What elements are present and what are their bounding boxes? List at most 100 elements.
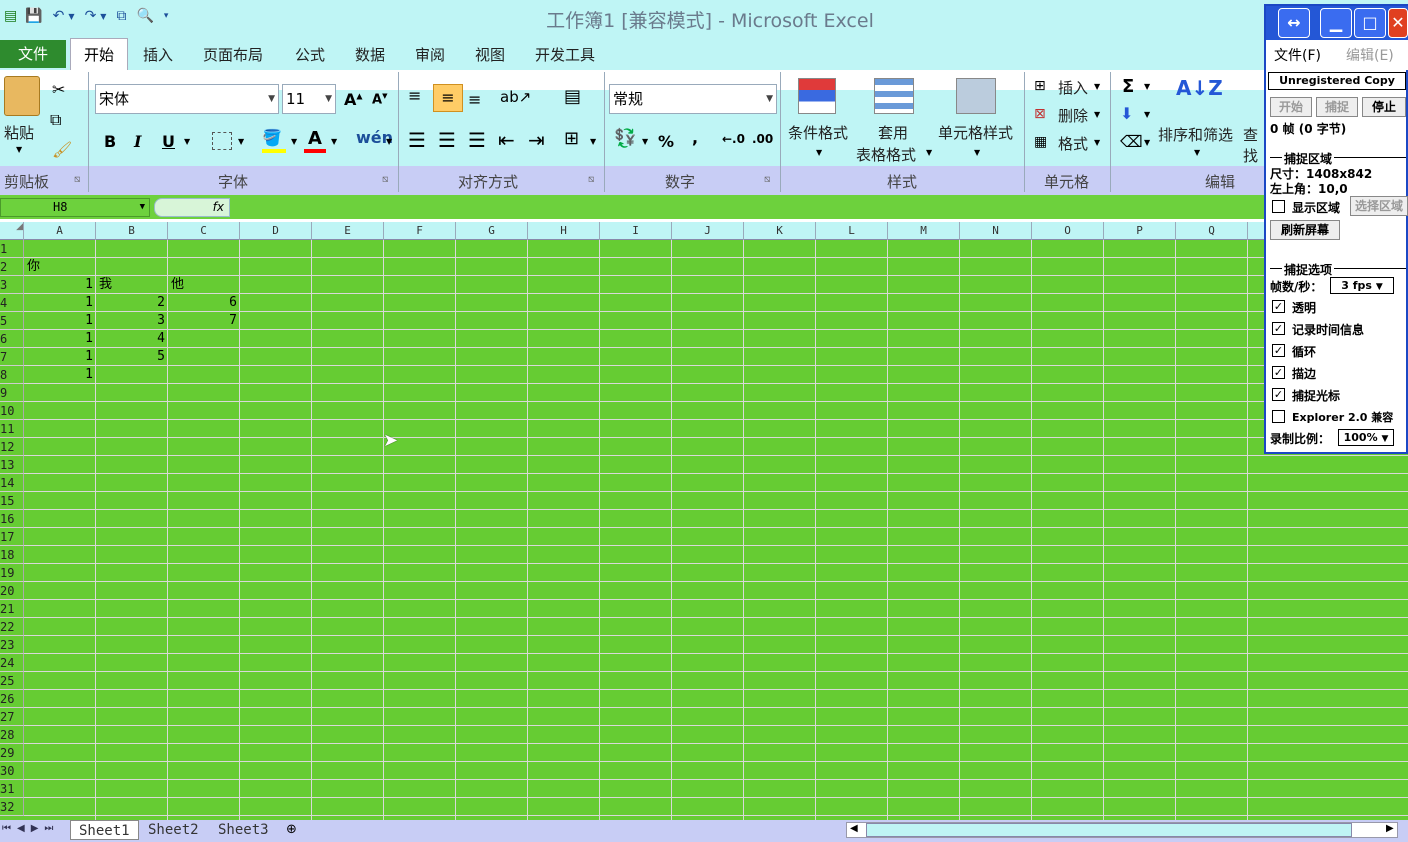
clear-dropdown-icon[interactable]: ▼ — [1144, 138, 1150, 147]
align-bottom-icon[interactable]: ≡ — [468, 90, 481, 109]
wrap-text-icon[interactable]: ▤ — [564, 86, 581, 107]
cell-styles-icon[interactable] — [956, 78, 996, 114]
refresh-screen-button[interactable]: 刷新屏幕 — [1270, 220, 1340, 240]
fps-select[interactable]: 3 fps ▼ — [1330, 277, 1394, 294]
row-header[interactable]: 11 — [0, 420, 24, 438]
percent-button[interactable]: % — [658, 132, 674, 151]
cell-a5[interactable]: 1 — [24, 312, 96, 330]
row-header[interactable]: 30 — [0, 762, 24, 780]
loop-checkbox[interactable]: ✓ — [1272, 344, 1285, 357]
increase-decimal-icon[interactable]: ←.0 — [722, 132, 745, 146]
scroll-left-icon[interactable]: ◀ — [850, 823, 858, 834]
italic-button[interactable]: I — [134, 132, 141, 151]
format-as-table-icon[interactable] — [874, 78, 914, 114]
decrease-indent-icon[interactable]: ⇤ — [498, 128, 515, 152]
cell-a7[interactable]: 1 — [24, 348, 96, 366]
row-header[interactable]: 14 — [0, 474, 24, 492]
align-center-icon[interactable]: ☰ — [438, 128, 456, 152]
undo-dropdown-icon[interactable]: ▼ — [68, 12, 74, 21]
number-launcher-icon[interactable]: ⧅ — [764, 174, 770, 185]
name-box-dropdown-icon[interactable]: ▼ — [140, 199, 145, 216]
row-header[interactable]: 17 — [0, 528, 24, 546]
row-header[interactable]: 31 — [0, 780, 24, 798]
sort-filter-button[interactable]: 排序和筛选 — [1158, 124, 1233, 145]
column-header[interactable]: F — [384, 222, 456, 240]
redo-dropdown-icon[interactable]: ▼ — [100, 12, 106, 21]
bold-button[interactable]: B — [104, 132, 116, 151]
format-as-table-dropdown-icon[interactable]: ▼ — [926, 148, 932, 157]
row-header[interactable]: 3 — [0, 276, 24, 294]
timestamp-checkbox[interactable]: ✓ — [1272, 322, 1285, 335]
row-header[interactable]: 25 — [0, 672, 24, 690]
align-right-icon[interactable]: ☰ — [468, 128, 486, 152]
move-icon[interactable]: ↔ — [1278, 8, 1310, 38]
currency-dropdown-icon[interactable]: ▼ — [642, 137, 648, 146]
tab-data[interactable]: 数据 — [355, 44, 385, 65]
column-header[interactable]: K — [744, 222, 816, 240]
border-icon[interactable] — [212, 132, 232, 150]
column-header[interactable]: H — [528, 222, 600, 240]
find-select-button[interactable]: 查找 — [1243, 124, 1264, 166]
row-header[interactable]: 8 — [0, 366, 24, 384]
row-header[interactable]: 10 — [0, 402, 24, 420]
orientation-icon[interactable]: ab↗ — [500, 88, 531, 106]
delete-cells-icon[interactable]: ⊠ — [1034, 106, 1046, 122]
explorer-compat-checkbox[interactable] — [1272, 410, 1285, 423]
row-header[interactable]: 15 — [0, 492, 24, 510]
grow-font-icon[interactable]: A▲ — [344, 90, 363, 109]
row-header[interactable]: 13 — [0, 456, 24, 474]
insert-dropdown-icon[interactable]: ▼ — [1094, 82, 1100, 91]
cell-a8[interactable]: 1 — [24, 366, 96, 384]
tab-formulas[interactable]: 公式 — [295, 44, 325, 65]
capture-stop-button[interactable]: 停止 — [1362, 97, 1406, 117]
autosum-icon[interactable]: Σ — [1122, 76, 1134, 97]
tab-view[interactable]: 视图 — [475, 44, 505, 65]
tab-page-layout[interactable]: 页面布局 — [203, 44, 263, 65]
insert-cells-icon[interactable]: ⊞ — [1034, 78, 1046, 94]
cell-b7[interactable]: 5 — [96, 348, 168, 366]
horizontal-scroll-thumb[interactable] — [866, 823, 1352, 837]
cell-b6[interactable]: 4 — [96, 330, 168, 348]
clear-icon[interactable]: ⌫ — [1120, 132, 1143, 151]
customize-qat-icon[interactable]: ▾ — [164, 11, 169, 21]
tab-home[interactable]: 开始 — [70, 38, 128, 72]
delete-dropdown-icon[interactable]: ▼ — [1094, 110, 1100, 119]
conditional-dropdown-icon[interactable]: ▼ — [816, 148, 822, 157]
column-header[interactable]: G — [456, 222, 528, 240]
column-header[interactable]: M — [888, 222, 960, 240]
increase-indent-icon[interactable]: ⇥ — [528, 128, 545, 152]
insert-sheet-icon[interactable]: ⊕ — [286, 822, 297, 837]
currency-icon[interactable]: 💱 — [614, 128, 636, 149]
row-header[interactable]: 12 — [0, 438, 24, 456]
row-header[interactable]: 2 — [0, 258, 24, 276]
scale-select[interactable]: 100% ▼ — [1338, 429, 1394, 446]
fill-icon[interactable]: ⬇ — [1120, 104, 1133, 123]
comma-button[interactable]: , — [692, 128, 698, 147]
font-name-combo[interactable]: 宋体 ▼ — [95, 84, 279, 114]
capture-menu-file[interactable]: 文件(F) — [1274, 45, 1321, 65]
cell-c4[interactable]: 6 — [168, 294, 240, 312]
show-area-checkbox[interactable] — [1272, 200, 1285, 213]
column-header[interactable]: J — [672, 222, 744, 240]
row-header[interactable]: 19 — [0, 564, 24, 582]
cell-a2[interactable]: 你 — [24, 258, 96, 276]
paste-button[interactable]: 粘贴 — [4, 122, 34, 143]
column-header[interactable]: B — [96, 222, 168, 240]
transparent-checkbox[interactable]: ✓ — [1272, 300, 1285, 313]
merge-center-icon[interactable]: ⊞ — [564, 128, 579, 149]
row-header[interactable]: 7 — [0, 348, 24, 366]
capture-cursor-checkbox[interactable]: ✓ — [1272, 388, 1285, 401]
row-header[interactable]: 32 — [0, 798, 24, 816]
insert-function-button[interactable]: fx — [154, 198, 230, 217]
row-header[interactable]: 18 — [0, 546, 24, 564]
format-as-table-line2[interactable]: 表格格式 — [856, 144, 916, 165]
insert-cells-button[interactable]: 插入 — [1058, 77, 1088, 98]
row-header[interactable]: 16 — [0, 510, 24, 528]
copy-icon-ribbon[interactable]: ⧉ — [50, 110, 61, 130]
close-icon[interactable]: ✕ — [1388, 8, 1408, 38]
row-header[interactable]: 23 — [0, 636, 24, 654]
cell-c5[interactable]: 7 — [168, 312, 240, 330]
align-top-icon[interactable]: ≡ — [408, 86, 421, 105]
redo-icon[interactable]: ↷ — [85, 8, 97, 24]
align-left-icon[interactable]: ☰ — [408, 128, 426, 152]
